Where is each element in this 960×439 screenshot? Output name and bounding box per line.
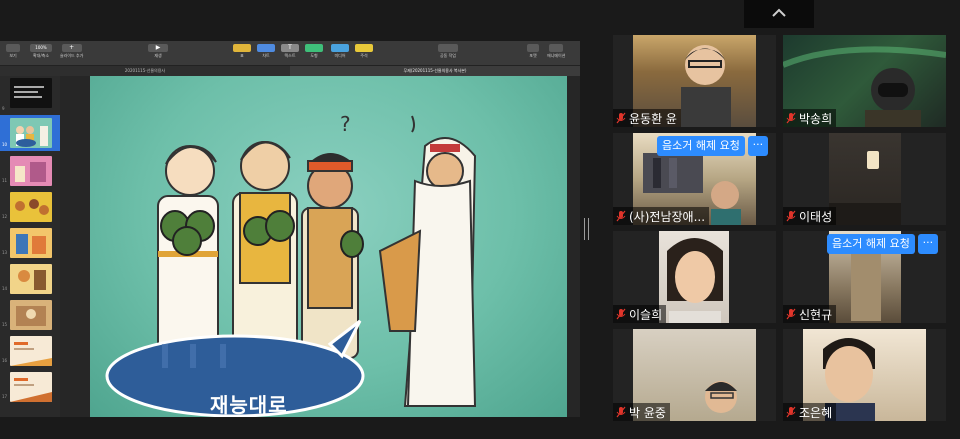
participant-tile[interactable]: 박 윤중 — [613, 329, 776, 421]
participant-tile[interactable]: 이슬희 — [613, 231, 776, 323]
media-button[interactable]: 미디어 — [331, 44, 349, 58]
thumb-number: 16 — [2, 358, 8, 363]
paintbrush-icon — [527, 44, 539, 52]
mic-muted-icon — [786, 308, 796, 320]
participant-name: (사)전남장애... — [629, 209, 706, 224]
thumb-number: 11 — [2, 178, 8, 183]
collaborate-icon — [438, 44, 458, 52]
participant-tile[interactable]: 음소거 해제 요청 ··· 신현규 — [783, 231, 946, 323]
mic-muted-icon — [786, 112, 796, 124]
slide-caption: 재능대로 — [210, 393, 288, 417]
mic-muted-icon — [616, 406, 626, 418]
plus-icon: + — [61, 44, 82, 52]
mic-muted-icon — [786, 210, 796, 222]
slide-navigator: 9 10 11 12 13 14 15 16 17 — [0, 76, 61, 417]
comment-button[interactable]: 주석 — [355, 44, 373, 58]
participant-tile[interactable]: 음소거 해제 요청 ··· (사)전남장애... — [613, 133, 776, 225]
slide-thumbnail[interactable] — [10, 336, 52, 366]
participant-name: 이태성 — [799, 209, 833, 224]
slide-thumbnail-selected[interactable] — [10, 118, 52, 148]
participant-tile[interactable]: 윤동환 윤 — [613, 35, 776, 127]
chart-button[interactable]: 차트 — [257, 44, 275, 58]
participant-nameplate: 조은혜 — [783, 403, 837, 421]
participant-name: 신현규 — [799, 307, 833, 322]
thumb-number: 12 — [2, 214, 8, 219]
participant-nameplate: 박 윤중 — [613, 403, 670, 421]
thumb-number: 13 — [2, 250, 8, 255]
participant-tile[interactable]: 이태성 — [783, 133, 946, 225]
thumb-number: 14 — [2, 286, 8, 291]
text-button[interactable]: T 텍스트 — [281, 44, 299, 58]
slide-canvas: ? 재능대로 — [60, 76, 580, 417]
shape-icon — [305, 44, 323, 52]
participant-name: 박송희 — [799, 111, 833, 126]
view-icon — [6, 44, 20, 52]
document-tabs: 20201115-선물의용사 무제(20201115-선물의용사 복사본) — [0, 66, 580, 76]
participant-video — [659, 231, 729, 323]
collaborate-button[interactable]: 공동 작업 — [438, 44, 458, 58]
shared-screen: 보기 100% 확대/축소 + 슬라이드 추가 ▶ 재생 표 차트 T 텍스트 … — [0, 41, 580, 417]
participant-nameplate: 이슬희 — [613, 305, 667, 323]
svg-text:?: ? — [340, 112, 351, 136]
participant-tile[interactable]: 조은혜 — [783, 329, 946, 421]
add-slide-button[interactable]: + 슬라이드 추가 — [60, 44, 83, 58]
slide-thumbnail[interactable] — [10, 300, 52, 330]
participant-name: 이슬희 — [629, 307, 663, 322]
participant-video — [829, 133, 901, 225]
thumb-number: 15 — [2, 322, 8, 327]
more-options-button[interactable]: ··· — [747, 136, 768, 156]
diamond-icon — [549, 44, 564, 52]
split-resize-handle[interactable] — [584, 218, 589, 240]
participant-name: 윤동환 윤 — [629, 111, 677, 126]
participant-nameplate: 박송희 — [783, 109, 837, 127]
unmute-request-group: 음소거 해제 요청 ··· — [657, 136, 768, 156]
mic-muted-icon — [616, 112, 626, 124]
mic-muted-icon — [616, 210, 626, 222]
thumb-number: 9 — [2, 106, 5, 111]
collapse-gallery-button[interactable] — [744, 0, 814, 28]
play-icon: ▶ — [148, 44, 168, 52]
participant-name: 박 윤중 — [629, 405, 666, 420]
keynote-toolbar: 보기 100% 확대/축소 + 슬라이드 추가 ▶ 재생 표 차트 T 텍스트 … — [0, 41, 580, 66]
slide-thumbnail[interactable] — [10, 156, 52, 186]
slide-thumbnail[interactable] — [10, 264, 52, 294]
slide-thumbnail[interactable] — [10, 78, 52, 108]
participant-name: 조은혜 — [799, 405, 833, 420]
media-icon — [331, 44, 349, 52]
chart-icon — [257, 44, 275, 52]
mic-muted-icon — [616, 308, 626, 320]
chevron-up-icon — [772, 8, 786, 17]
slide-illustration: ? — [105, 112, 477, 417]
participant-nameplate: 신현규 — [783, 305, 837, 323]
zoom-button[interactable]: 100% 확대/축소 — [30, 44, 52, 58]
shape-button[interactable]: 도형 — [305, 44, 323, 58]
view-button[interactable]: 보기 — [6, 44, 20, 58]
current-slide: ? 재능대로 — [90, 76, 567, 417]
request-unmute-button[interactable]: 음소거 해제 요청 — [657, 136, 745, 156]
more-options-button[interactable]: ··· — [917, 234, 938, 254]
slide-thumbnail[interactable] — [10, 192, 52, 222]
text-icon: T — [281, 44, 299, 52]
participant-nameplate: (사)전남장애... — [613, 207, 710, 225]
thumb-number: 10 — [2, 142, 8, 147]
unmute-request-group: 음소거 해제 요청 ··· — [827, 234, 938, 254]
comment-icon — [355, 44, 373, 52]
doc-tab-active[interactable]: 무제(20201115-선물의용사 복사본) — [290, 66, 580, 76]
request-unmute-button[interactable]: 음소거 해제 요청 — [827, 234, 915, 254]
participant-nameplate: 이태성 — [783, 207, 837, 225]
table-button[interactable]: 표 — [233, 44, 251, 58]
play-button[interactable]: ▶ 재생 — [148, 44, 168, 58]
slide-thumbnail[interactable] — [10, 228, 52, 258]
mic-muted-icon — [786, 406, 796, 418]
thumb-number: 17 — [2, 394, 8, 399]
doc-tab[interactable]: 20201115-선물의용사 — [0, 66, 290, 76]
animate-button[interactable]: 애니메이션 — [547, 44, 565, 58]
format-button[interactable]: 포맷 — [527, 44, 539, 58]
table-icon — [233, 44, 251, 52]
participant-nameplate: 윤동환 윤 — [613, 109, 681, 127]
slide-thumbnail[interactable] — [10, 372, 52, 402]
participant-tile[interactable]: 박송희 — [783, 35, 946, 127]
zoom-value: 100% — [30, 44, 52, 52]
